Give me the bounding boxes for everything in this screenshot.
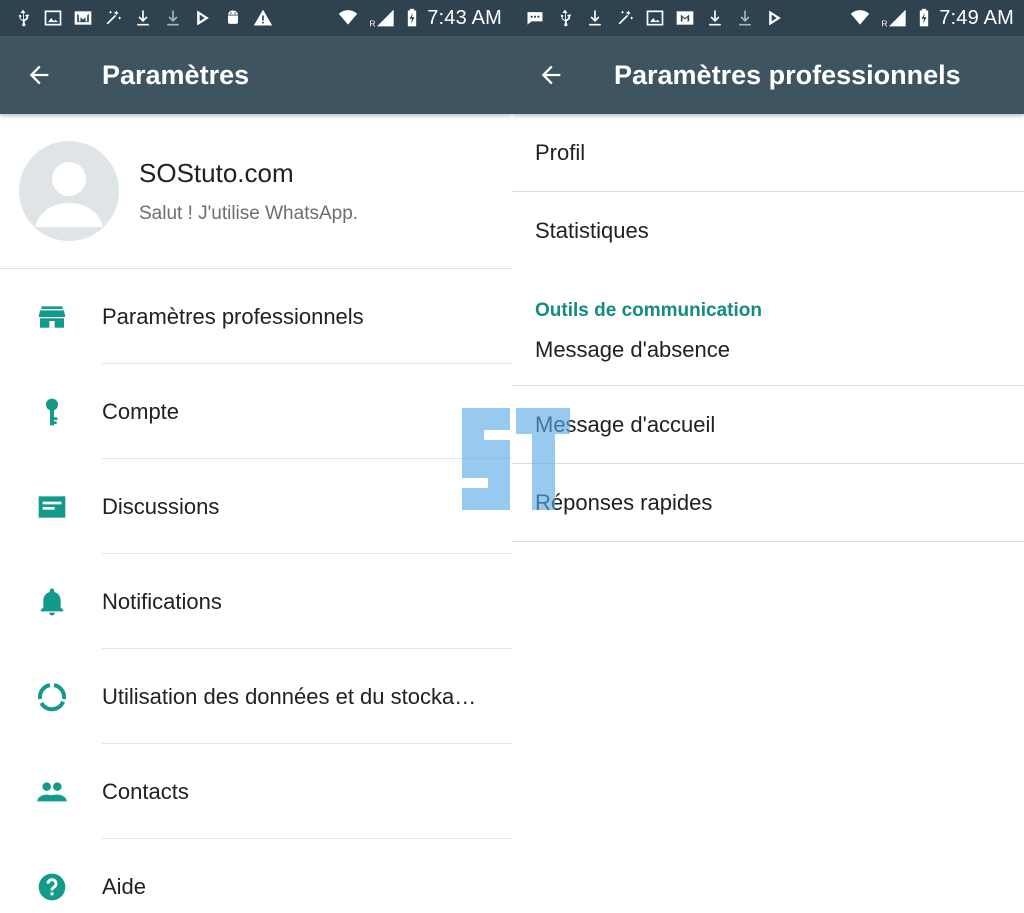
list-item-label: Message d'accueil: [535, 412, 716, 437]
play-store-icon: [764, 7, 786, 29]
usb-icon: [554, 7, 576, 29]
status-time: 7:49 AM: [939, 6, 1014, 29]
page-title: Paramètres professionnels: [614, 60, 961, 90]
roaming-icon: R: [370, 18, 376, 28]
help-icon: [34, 839, 70, 913]
settings-screen: R 7:43 AM Paramètres SOStuto.com Salut !…: [0, 0, 512, 913]
section-header-label: Outils de communication: [535, 300, 762, 321]
signal-icon: R: [367, 7, 397, 29]
download-icon: [132, 7, 154, 29]
download-icon: [704, 7, 726, 29]
back-button[interactable]: [534, 58, 568, 92]
list-item-greeting-message[interactable]: Message d'accueil: [512, 386, 1024, 464]
arrow-back-icon: [541, 65, 561, 85]
settings-item-notifications[interactable]: Notifications: [0, 554, 512, 649]
list-item-label: Statistiques: [535, 218, 649, 243]
usb-icon: [12, 7, 34, 29]
settings-list: Paramètres professionnels Compte Discuss…: [0, 269, 512, 913]
data-usage-icon: [34, 649, 70, 744]
image-icon: [644, 7, 666, 29]
section-header: Outils de communication: [512, 270, 1024, 322]
battery-charging-icon: [405, 7, 419, 29]
wifi-icon: [337, 7, 359, 29]
battery-charging-icon: [917, 7, 931, 29]
avatar[interactable]: [19, 141, 119, 241]
settings-item-business[interactable]: Paramètres professionnels: [0, 269, 512, 364]
app-bar: Paramètres: [0, 36, 512, 114]
default-avatar-icon: [35, 162, 103, 227]
list-item-label: Profil: [535, 140, 586, 165]
settings-item-label: Paramètres professionnels: [102, 304, 364, 329]
play-store-icon: [192, 7, 214, 29]
profile-header[interactable]: SOStuto.com Salut ! J'utilise WhatsApp.: [0, 114, 512, 269]
message-icon: [524, 7, 546, 29]
business-settings-list: Profil Statistiques Outils de communicat…: [512, 114, 1024, 542]
status-time: 7:43 AM: [427, 6, 502, 29]
page-title: Paramètres: [102, 60, 250, 90]
list-item-label: Réponses rapides: [535, 490, 713, 515]
mail-icon: [674, 7, 696, 29]
roaming-icon: R: [882, 18, 888, 28]
back-button[interactable]: [22, 58, 56, 92]
list-item-label: Message d'absence: [535, 337, 730, 362]
download-icon: [584, 7, 606, 29]
settings-item-label: Contacts: [102, 779, 189, 804]
key-icon: [34, 364, 70, 459]
mail-icon: [72, 7, 94, 29]
status-bar-notification-icons: [12, 0, 274, 36]
arrow-back-icon: [29, 65, 49, 85]
list-item-profile[interactable]: Profil: [512, 114, 1024, 192]
people-icon: [34, 744, 70, 839]
settings-item-label: Compte: [102, 399, 180, 424]
list-item-quick-replies[interactable]: Réponses rapides: [512, 464, 1024, 542]
magic-wand-icon: [614, 7, 636, 29]
settings-item-account[interactable]: Compte: [0, 364, 512, 459]
status-bar: R 7:49 AM: [512, 0, 1024, 36]
signal-icon: R: [879, 7, 909, 29]
profile-status: Salut ! J'utilise WhatsApp.: [139, 203, 359, 224]
download-icon: [734, 7, 756, 29]
profile-name: SOStuto.com: [139, 158, 294, 188]
magic-wand-icon: [102, 7, 124, 29]
status-bar-system-icons: R 7:49 AM: [849, 0, 1014, 36]
android-icon: [222, 7, 244, 29]
list-item-statistics[interactable]: Statistiques: [512, 192, 1024, 270]
warning-icon: [252, 7, 274, 29]
status-bar-notification-icons: [524, 0, 786, 36]
app-bar: Paramètres professionnels: [512, 36, 1024, 114]
settings-item-contacts[interactable]: Contacts: [0, 744, 512, 839]
image-icon: [42, 7, 64, 29]
settings-item-data-storage[interactable]: Utilisation des données et du stocka…: [0, 649, 512, 744]
settings-item-chats[interactable]: Discussions: [0, 459, 512, 554]
settings-item-help[interactable]: Aide: [0, 839, 512, 913]
settings-item-label: Utilisation des données et du stocka…: [102, 684, 477, 709]
status-bar-system-icons: R 7:43 AM: [337, 0, 502, 36]
settings-item-label: Discussions: [102, 494, 220, 519]
bell-icon: [34, 554, 70, 649]
business-settings-screen: R 7:49 AM Paramètres professionnels Prof…: [512, 0, 1024, 913]
store-icon: [34, 269, 70, 364]
settings-item-label: Aide: [102, 874, 147, 899]
chat-icon: [34, 459, 70, 554]
settings-item-label: Notifications: [102, 589, 222, 614]
list-item-away-message[interactable]: Message d'absence: [512, 322, 1024, 386]
status-bar: R 7:43 AM: [0, 0, 512, 36]
wifi-icon: [849, 7, 871, 29]
download-icon: [162, 7, 184, 29]
